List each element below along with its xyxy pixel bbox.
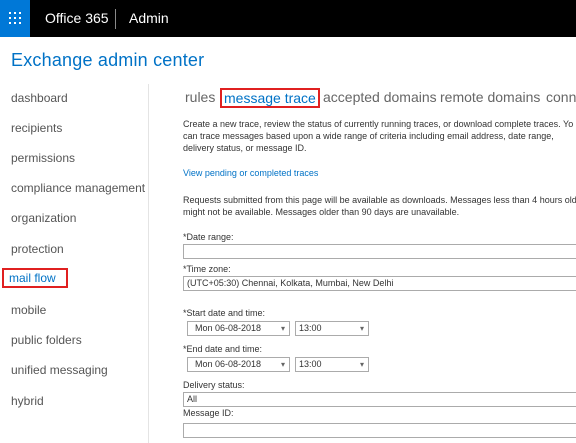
- nav-item-mail-flow[interactable]: mail flow: [2, 268, 68, 288]
- delivery-status-label: Delivery status:: [183, 380, 245, 390]
- intro-text-line-2: can trace messages based upon a wide ran…: [183, 131, 554, 141]
- nav-item-organization[interactable]: organization: [4, 208, 76, 228]
- nav-separator: [148, 84, 149, 443]
- time-zone-dropdown[interactable]: (UTC+05:30) Chennai, Kolkata, Mumbai, Ne…: [183, 276, 576, 291]
- nav-item-unified-messaging[interactable]: unified messaging: [4, 360, 108, 380]
- delivery-status-dropdown[interactable]: All: [183, 392, 576, 407]
- start-time-value: 13:00: [299, 323, 322, 333]
- top-bar: Office 365 Admin: [0, 0, 576, 37]
- app-launcher-icon: [9, 12, 21, 24]
- start-time-dropdown[interactable]: 13:00 ▾: [295, 321, 369, 336]
- section-name[interactable]: Admin: [129, 10, 169, 26]
- message-id-input[interactable]: [183, 423, 576, 438]
- end-date-picker[interactable]: Mon 06-08-2018 ▾: [187, 357, 290, 372]
- time-zone-label: *Time zone:: [183, 264, 231, 274]
- topbar-divider: [115, 9, 116, 29]
- chevron-down-icon: ▾: [280, 324, 285, 333]
- page-title: Exchange admin center: [11, 50, 205, 70]
- end-date-time-label: *End date and time:: [183, 344, 263, 354]
- time-zone-value: (UTC+05:30) Chennai, Kolkata, Mumbai, Ne…: [187, 278, 394, 288]
- start-date-time-label: *Start date and time:: [183, 308, 266, 318]
- intro-text-line-3: delivery status, or message ID.: [183, 143, 307, 153]
- tab-message-trace[interactable]: message trace: [220, 88, 320, 108]
- note-text-line-1: Requests submitted from this page will b…: [183, 195, 576, 205]
- delivery-status-value: All: [187, 394, 198, 404]
- start-date-value: Mon 06-08-2018: [195, 323, 262, 333]
- chevron-down-icon: ▾: [359, 360, 364, 369]
- nav-item-mobile[interactable]: mobile: [4, 300, 46, 320]
- nav-item-recipients[interactable]: recipients: [4, 118, 62, 138]
- tab-connectors[interactable]: conn: [546, 88, 576, 106]
- nav-item-protection[interactable]: protection: [4, 239, 64, 259]
- nav-item-dashboard[interactable]: dashboard: [4, 88, 68, 108]
- date-range-dropdown[interactable]: [183, 244, 576, 259]
- nav-item-permissions[interactable]: permissions: [4, 148, 75, 168]
- end-time-value: 13:00: [299, 359, 322, 369]
- app-name[interactable]: Office 365: [45, 10, 109, 26]
- message-id-label: Message ID:: [183, 408, 234, 418]
- note-text-line-2: might not be available. Messages older t…: [183, 207, 460, 217]
- app-launcher-button[interactable]: [0, 0, 30, 37]
- chevron-down-icon: ▾: [280, 360, 285, 369]
- end-time-dropdown[interactable]: 13:00 ▾: [295, 357, 369, 372]
- nav-item-hybrid[interactable]: hybrid: [4, 391, 44, 411]
- nav-item-public-folders[interactable]: public folders: [4, 330, 82, 350]
- nav-item-compliance-management[interactable]: compliance management: [4, 178, 145, 198]
- end-date-value: Mon 06-08-2018: [195, 359, 262, 369]
- start-date-picker[interactable]: Mon 06-08-2018 ▾: [187, 321, 290, 336]
- date-range-label: *Date range:: [183, 232, 234, 242]
- chevron-down-icon: ▾: [359, 324, 364, 333]
- tab-rules[interactable]: rules: [185, 88, 215, 106]
- tab-remote-domains[interactable]: remote domains: [440, 88, 540, 106]
- view-pending-traces-link[interactable]: View pending or completed traces: [183, 168, 318, 178]
- tab-accepted-domains[interactable]: accepted domains: [323, 88, 437, 106]
- intro-text-line-1: Create a new trace, review the status of…: [183, 119, 574, 129]
